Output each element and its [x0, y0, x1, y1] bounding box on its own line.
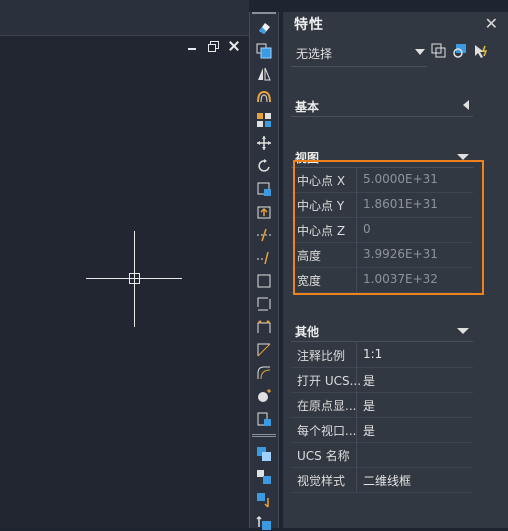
select-objects-icon[interactable] — [452, 43, 468, 59]
prop-key: 中心点 Y — [297, 199, 345, 213]
section-view-label: 视图 — [295, 151, 320, 165]
stretch-icon[interactable] — [256, 204, 272, 220]
prop-value: 二维线框 — [363, 474, 412, 488]
close-icon[interactable]: ✕ — [485, 14, 498, 33]
minimize-icon[interactable] — [186, 40, 198, 52]
quick-select-icon[interactable] — [473, 43, 489, 59]
prop-key: 注释比例 — [297, 349, 346, 363]
prop-key: UCS 名称 — [297, 449, 350, 463]
toggle-pickadd-icon[interactable] — [431, 43, 447, 59]
explode-icon[interactable] — [256, 388, 272, 404]
chamfer-icon[interactable] — [256, 342, 272, 358]
draw-order-back-icon[interactable] — [256, 469, 272, 485]
prop-row-center-y[interactable]: 中心点 Y 1.8601E+31 — [291, 192, 473, 218]
prop-row-center-x[interactable]: 中心点 X 5.0000E+31 — [291, 167, 473, 193]
rotate-icon[interactable] — [256, 158, 272, 174]
prop-row-ucs-per-viewport[interactable]: 每个视口... 是 — [291, 417, 473, 443]
mirror-icon[interactable] — [256, 66, 272, 82]
prop-row-center-z[interactable]: 中心点 Z 0 — [291, 217, 473, 243]
copy-icon[interactable] — [256, 43, 272, 59]
selection-dropdown[interactable]: 无选择 — [291, 40, 427, 67]
array-icon[interactable] — [256, 112, 272, 128]
section-other-label: 其他 — [295, 325, 320, 339]
prop-value: 1:1 — [363, 347, 383, 361]
prop-row-annotation-scale[interactable]: 注释比例 1:1 — [291, 342, 473, 368]
prop-key: 中心点 X — [297, 174, 346, 188]
viewport-window-controls — [186, 40, 240, 52]
prop-row-height[interactable]: 高度 3.9926E+31 — [291, 242, 473, 268]
selection-tools — [431, 43, 489, 59]
selection-value: 无选择 — [296, 47, 333, 61]
prop-value: 是 — [363, 374, 376, 388]
scale-icon[interactable] — [256, 181, 272, 197]
chevron-down-icon — [457, 154, 469, 160]
prop-row-width[interactable]: 宽度 1.0037E+32 — [291, 267, 473, 293]
break-icon[interactable] — [256, 296, 272, 312]
section-basic[interactable]: 基本 — [291, 94, 473, 117]
bring-above-icon[interactable] — [256, 492, 272, 508]
prop-key: 中心点 Z — [297, 224, 346, 238]
close-icon[interactable] — [228, 40, 240, 52]
prop-key: 每个视口... — [297, 424, 357, 438]
section-view[interactable]: 视图 — [291, 145, 473, 168]
restore-icon[interactable] — [207, 40, 219, 52]
prop-key: 在原点显... — [297, 399, 357, 413]
edit-polyline-icon[interactable] — [256, 411, 272, 427]
prop-value: 1.0037E+32 — [363, 272, 438, 286]
prop-row-ucs-icon-on[interactable]: 打开 UCS... 是 — [291, 367, 473, 393]
join-icon[interactable] — [256, 319, 272, 335]
drawing-canvas[interactable] — [0, 0, 249, 528]
canvas-tab-bar — [0, 0, 249, 36]
properties-palette: 特性 ✕ 无选择 基本 视图 中心点 X 5.0000E+31 中心点 Y 1.… — [283, 12, 508, 528]
fillet-icon[interactable] — [256, 365, 272, 381]
prop-row-ucs-at-origin[interactable]: 在原点显... 是 — [291, 392, 473, 418]
prop-row-visual-style[interactable]: 视觉样式 二维线框 — [291, 467, 473, 493]
extend-icon[interactable] — [256, 250, 272, 266]
prop-value: 是 — [363, 424, 376, 438]
move-icon[interactable] — [256, 135, 272, 151]
prop-key: 打开 UCS... — [297, 374, 362, 388]
prop-value: 5.0000E+31 — [363, 172, 438, 186]
offset-icon[interactable] — [256, 89, 272, 105]
draw-order-front-icon[interactable] — [256, 446, 272, 462]
prop-key: 宽度 — [297, 274, 322, 288]
send-under-icon[interactable] — [256, 515, 272, 531]
chevron-left-icon — [463, 100, 469, 110]
trim-icon[interactable] — [256, 227, 272, 243]
section-other[interactable]: 其他 — [291, 319, 473, 342]
erase-icon[interactable] — [256, 20, 272, 36]
chevron-down-icon — [457, 328, 469, 334]
prop-value: 3.9926E+31 — [363, 247, 438, 261]
crosshair-cursor — [86, 231, 182, 327]
prop-value: 1.8601E+31 — [363, 197, 438, 211]
toolbar-grip-bottom[interactable] — [252, 434, 276, 441]
prop-key: 高度 — [297, 249, 322, 263]
section-basic-label: 基本 — [295, 100, 320, 114]
prop-key: 视觉样式 — [297, 474, 346, 488]
chevron-down-icon — [415, 49, 425, 55]
toolbar-grip[interactable] — [252, 12, 276, 18]
prop-value: 是 — [363, 399, 376, 413]
prop-value: 0 — [363, 222, 371, 236]
panel-title: 特性 — [294, 17, 324, 33]
prop-row-ucs-name[interactable]: UCS 名称 — [291, 442, 473, 468]
break-at-point-icon[interactable] — [256, 273, 272, 289]
modify-toolbar — [249, 12, 279, 531]
